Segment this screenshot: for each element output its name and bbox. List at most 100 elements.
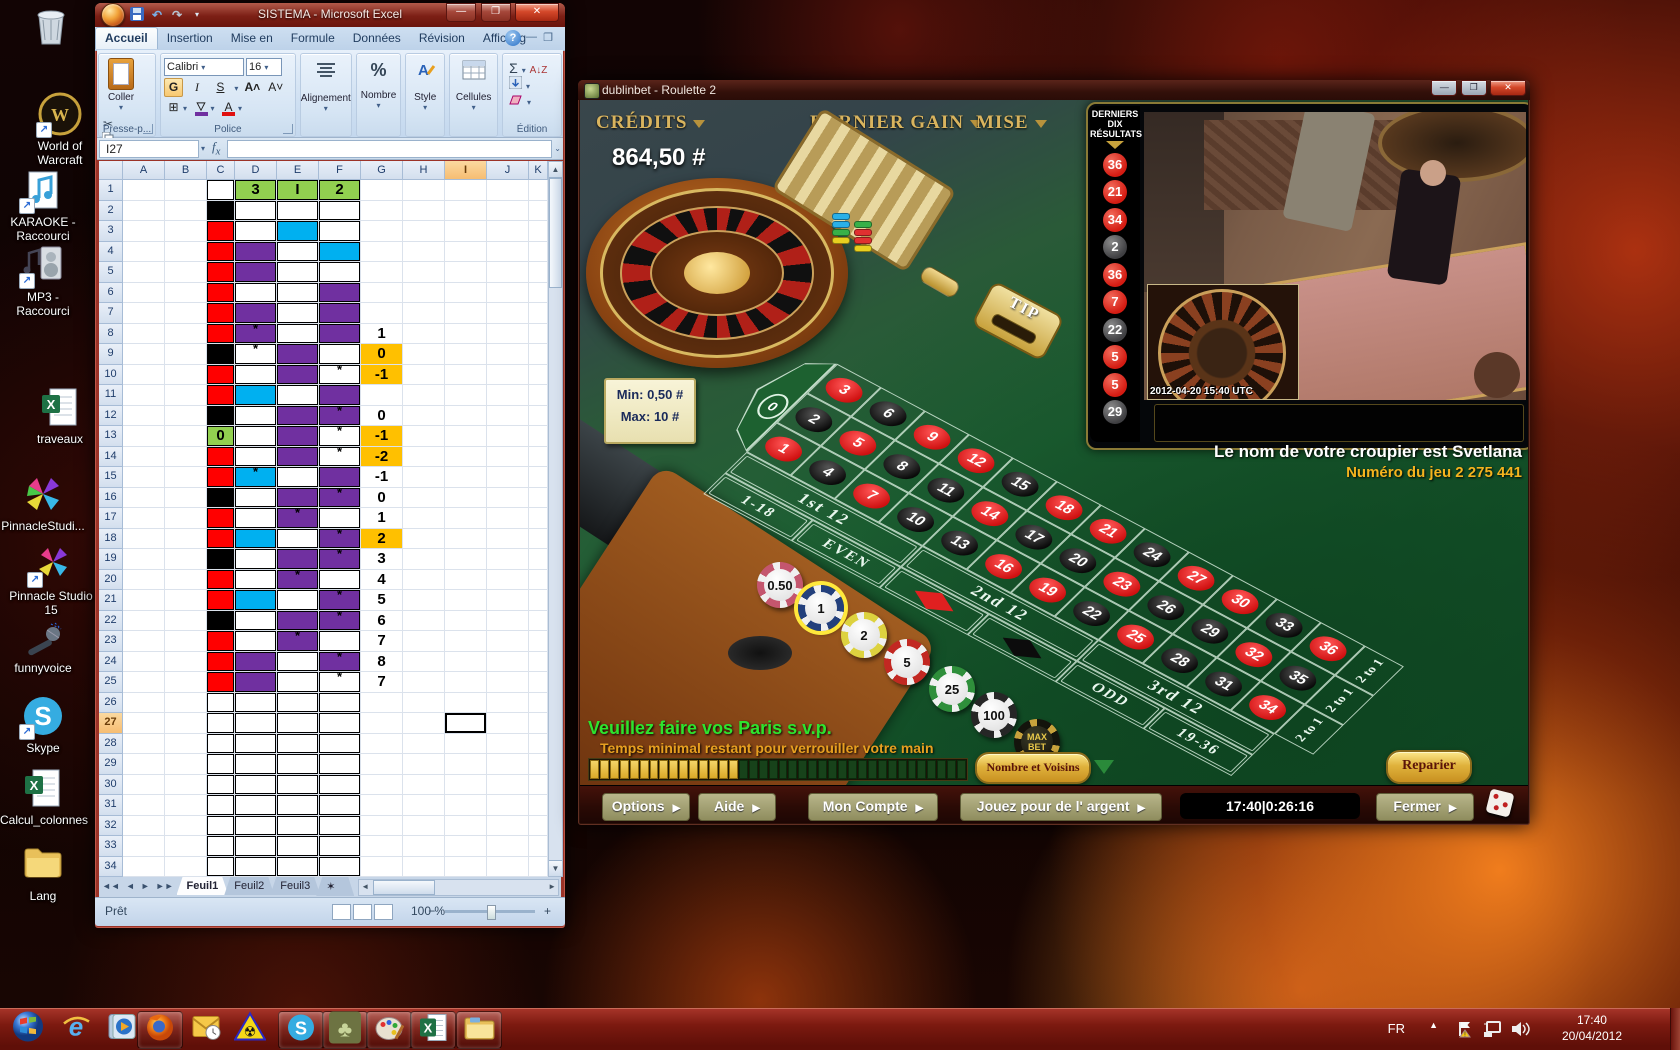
cell-A25[interactable] bbox=[123, 672, 165, 693]
cell-H10[interactable] bbox=[403, 365, 445, 386]
cell-K31[interactable] bbox=[529, 795, 548, 816]
cell-B4[interactable] bbox=[165, 242, 207, 263]
cell-F5[interactable] bbox=[319, 262, 361, 283]
cell-A8[interactable] bbox=[123, 324, 165, 345]
cell-F26[interactable] bbox=[319, 693, 361, 714]
cell-F6[interactable] bbox=[319, 283, 361, 304]
cell-K29[interactable] bbox=[529, 754, 548, 775]
cell-E14[interactable] bbox=[277, 447, 319, 468]
cell-I26[interactable] bbox=[445, 693, 487, 714]
cell-K3[interactable] bbox=[529, 221, 548, 242]
cell-C12[interactable] bbox=[207, 406, 235, 427]
cell-G12[interactable]: 0 bbox=[361, 406, 403, 427]
cell-J10[interactable] bbox=[487, 365, 529, 386]
cell-H24[interactable] bbox=[403, 652, 445, 673]
row-header-23[interactable]: 23 bbox=[99, 631, 123, 652]
desktop-icon-traveaux[interactable]: X traveaux bbox=[17, 385, 103, 446]
cell-I9[interactable] bbox=[445, 344, 487, 365]
cell-C28[interactable] bbox=[207, 734, 235, 755]
last-sheet-icon[interactable]: ►► bbox=[153, 877, 177, 895]
workbook-minimize-icon[interactable]: — bbox=[526, 31, 537, 43]
percent-icon[interactable]: % bbox=[357, 60, 400, 81]
autosum-icon[interactable]: Σ ▾ A↓Z bbox=[509, 60, 555, 76]
desktop-icon-mp3[interactable]: ↗ MP3 - Raccourci bbox=[0, 243, 86, 318]
cell-K12[interactable] bbox=[529, 406, 548, 427]
cell-E30[interactable] bbox=[277, 775, 319, 796]
cell-E20[interactable]: * bbox=[277, 570, 319, 591]
cell-B30[interactable] bbox=[165, 775, 207, 796]
cell-C20[interactable] bbox=[207, 570, 235, 591]
cell-B32[interactable] bbox=[165, 816, 207, 837]
cell-H14[interactable] bbox=[403, 447, 445, 468]
cell-A32[interactable] bbox=[123, 816, 165, 837]
cell-B9[interactable] bbox=[165, 344, 207, 365]
cell-B12[interactable] bbox=[165, 406, 207, 427]
cell-B23[interactable] bbox=[165, 631, 207, 652]
next-sheet-icon[interactable]: ► bbox=[138, 877, 153, 895]
cell-J22[interactable] bbox=[487, 611, 529, 632]
cell-A10[interactable] bbox=[123, 365, 165, 386]
cell-A16[interactable] bbox=[123, 488, 165, 509]
restore-button[interactable]: ❐ bbox=[481, 3, 511, 22]
cell-I6[interactable] bbox=[445, 283, 487, 304]
cell-G7[interactable] bbox=[361, 303, 403, 324]
cell-A15[interactable] bbox=[123, 467, 165, 488]
cell-J25[interactable] bbox=[487, 672, 529, 693]
cell-G1[interactable] bbox=[361, 180, 403, 201]
fill-color-icon[interactable]: 🜄 bbox=[192, 98, 211, 117]
desktop-icon-karaoke[interactable]: ↗ KARAOKE - Raccourci bbox=[0, 168, 86, 243]
mise-dropdown[interactable]: MISE bbox=[976, 112, 1047, 134]
italic-button[interactable]: I bbox=[187, 78, 206, 97]
cell-B28[interactable] bbox=[165, 734, 207, 755]
taskbar-item-excel[interactable]: X bbox=[410, 1011, 456, 1049]
underline-dropdown-icon[interactable]: ▾ bbox=[234, 84, 238, 93]
row-header-21[interactable]: 21 bbox=[99, 590, 123, 611]
cell-A31[interactable] bbox=[123, 795, 165, 816]
cell-C32[interactable] bbox=[207, 816, 235, 837]
cell-K27[interactable] bbox=[529, 713, 548, 734]
cell-C30[interactable] bbox=[207, 775, 235, 796]
row-header-2[interactable]: 2 bbox=[99, 201, 123, 222]
cell-J19[interactable] bbox=[487, 549, 529, 570]
cell-F3[interactable] bbox=[319, 221, 361, 242]
cell-D34[interactable] bbox=[235, 857, 277, 878]
row-header-7[interactable]: 7 bbox=[99, 303, 123, 324]
cell-C10[interactable] bbox=[207, 365, 235, 386]
row-header-25[interactable]: 25 bbox=[99, 672, 123, 693]
cell-I23[interactable] bbox=[445, 631, 487, 652]
row-header-11[interactable]: 11 bbox=[99, 385, 123, 406]
cell-E13[interactable] bbox=[277, 426, 319, 447]
row-header-9[interactable]: 9 bbox=[99, 344, 123, 365]
cell-H2[interactable] bbox=[403, 201, 445, 222]
cell-K21[interactable] bbox=[529, 590, 548, 611]
alignment-dropdown-icon[interactable]: ▾ bbox=[301, 104, 351, 113]
borders-dropdown-icon[interactable]: ▾ bbox=[183, 104, 187, 113]
cell-G24[interactable]: 8 bbox=[361, 652, 403, 673]
cell-E31[interactable] bbox=[277, 795, 319, 816]
scroll-down-icon[interactable]: ▼ bbox=[549, 860, 562, 876]
cell-F7[interactable] bbox=[319, 303, 361, 324]
cell-B33[interactable] bbox=[165, 836, 207, 857]
cell-D6[interactable] bbox=[235, 283, 277, 304]
desktop-icon-funnyvoice[interactable]: funnyvoice bbox=[0, 622, 86, 675]
cell-K5[interactable] bbox=[529, 262, 548, 283]
cell-H33[interactable] bbox=[403, 836, 445, 857]
cell-H4[interactable] bbox=[403, 242, 445, 263]
cell-C6[interactable] bbox=[207, 283, 235, 304]
cell-I16[interactable] bbox=[445, 488, 487, 509]
cell-E2[interactable] bbox=[277, 201, 319, 222]
cell-C23[interactable] bbox=[207, 631, 235, 652]
cell-B22[interactable] bbox=[165, 611, 207, 632]
cell-I3[interactable] bbox=[445, 221, 487, 242]
chip-100[interactable]: 100 bbox=[971, 692, 1017, 738]
row-header-20[interactable]: 20 bbox=[99, 570, 123, 591]
cell-G23[interactable]: 7 bbox=[361, 631, 403, 652]
row-header-26[interactable]: 26 bbox=[99, 693, 123, 714]
cell-E23[interactable]: * bbox=[277, 631, 319, 652]
cell-A1[interactable] bbox=[123, 180, 165, 201]
chip-5[interactable]: 5 bbox=[884, 639, 930, 685]
cell-C31[interactable] bbox=[207, 795, 235, 816]
row-header-28[interactable]: 28 bbox=[99, 734, 123, 755]
cell-H8[interactable] bbox=[403, 324, 445, 345]
cells-icon[interactable] bbox=[450, 60, 497, 85]
